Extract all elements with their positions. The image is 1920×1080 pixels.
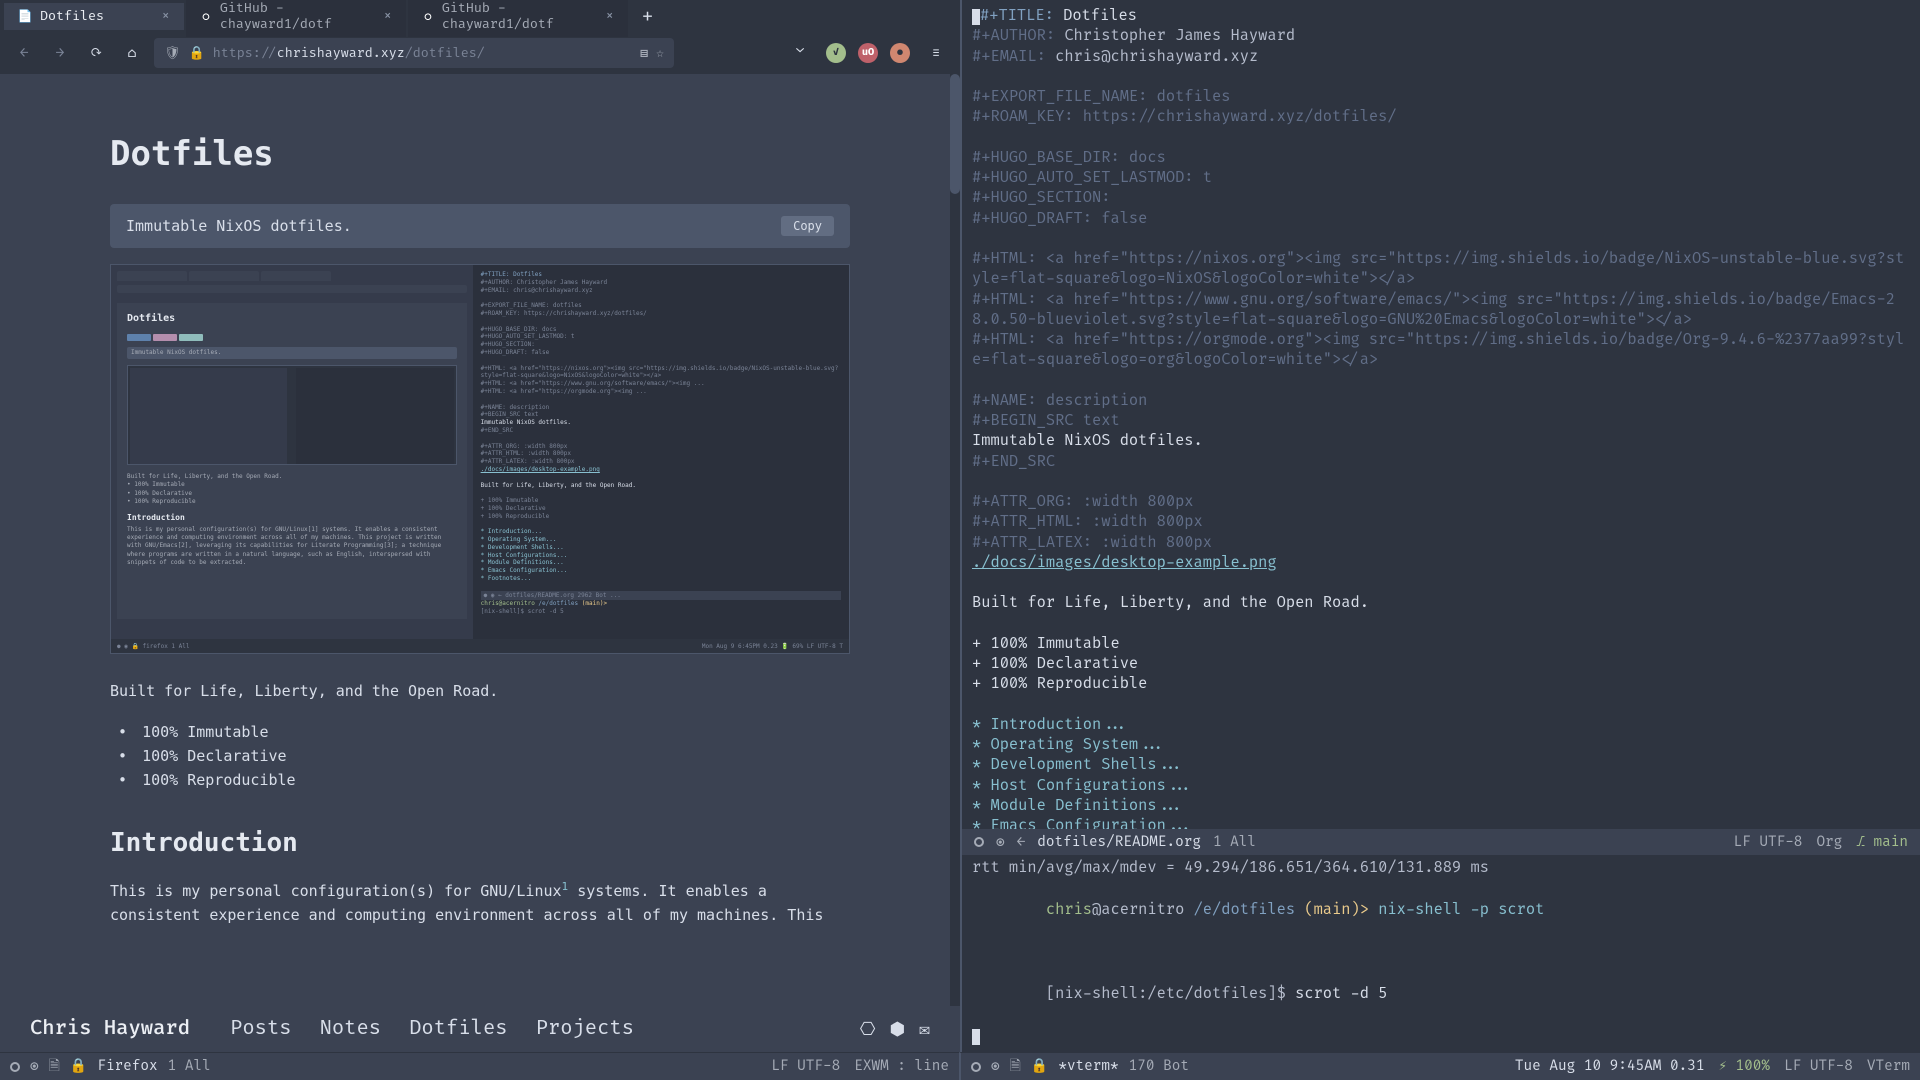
tab-label: GitHub - chayward1/dotf xyxy=(220,0,376,32)
browser-tabs: 📄 Dotfiles × ◯ GitHub - chayward1/dotf ×… xyxy=(0,0,960,32)
page-title: Dotfiles xyxy=(110,134,850,174)
screenshot-image: Dotfiles Immutable NixOS dotfiles. xyxy=(110,264,850,654)
feature-list: 100% Immutable 100% Declarative 100% Rep… xyxy=(110,720,850,792)
site-brand[interactable]: Chris Hayward xyxy=(30,1017,190,1041)
buffer-name: dotfiles/README.org xyxy=(1037,834,1201,851)
lock-icon: 🔒 xyxy=(189,45,205,61)
state-icon: ◉ xyxy=(30,1058,39,1075)
bookmark-icon[interactable]: ☆ xyxy=(656,45,664,61)
reload-button[interactable]: ⟳ xyxy=(82,39,110,67)
terminal[interactable]: rtt min/avg/max/mdev = 49.294/186.651/36… xyxy=(962,855,1920,1052)
gitlab-icon[interactable]: ⬢ xyxy=(889,1018,905,1041)
battery-icon: ⚡ 100% xyxy=(1718,1058,1770,1075)
back-button[interactable]: ← xyxy=(10,39,38,67)
close-icon[interactable]: × xyxy=(605,8,614,25)
email-icon[interactable]: ✉ xyxy=(919,1018,930,1041)
new-tab-button[interactable]: + xyxy=(630,1,665,32)
position: 1 All xyxy=(168,1058,211,1075)
scrollbar[interactable] xyxy=(950,74,960,1006)
copy-button[interactable]: Copy xyxy=(781,216,834,236)
datetime: Tue Aug 10 9:45AM 0.31 xyxy=(1515,1058,1705,1075)
state-icon: ◉ xyxy=(996,834,1005,851)
list-item: 100% Immutable xyxy=(118,720,850,744)
shield-icon: 🛡 xyxy=(164,45,181,61)
back-icon: ← xyxy=(1017,834,1026,851)
modeline-left: ◉ 🗎 🔒 Firefox 1 All LF UTF-8 EXWM : line xyxy=(0,1052,959,1080)
home-button[interactable]: ⌂ xyxy=(118,39,146,67)
url-path: /dotfiles/ xyxy=(405,45,485,61)
browser-tab-2[interactable]: ◯ GitHub - chayward1/dotf × xyxy=(186,0,406,37)
nav-projects[interactable]: Projects xyxy=(536,1017,634,1041)
menu-icon[interactable]: ≡ xyxy=(922,39,950,67)
url-protocol: https:// xyxy=(213,45,277,61)
position: 170 Bot xyxy=(1129,1058,1189,1075)
url-domain: chrishayward.xyz xyxy=(277,45,405,61)
site-nav: Chris Hayward Posts Notes Dotfiles Proje… xyxy=(0,1006,960,1052)
pocket-icon[interactable]: ⌄ xyxy=(786,39,814,67)
favicon-icon: 📄 xyxy=(18,9,32,23)
section-heading: Introduction xyxy=(110,828,850,858)
state-icon: ◉ xyxy=(991,1058,1000,1075)
close-icon[interactable]: × xyxy=(161,8,170,25)
nav-notes[interactable]: Notes xyxy=(320,1017,382,1041)
nav-posts[interactable]: Posts xyxy=(230,1017,292,1041)
buffer-name: Firefox xyxy=(97,1058,157,1075)
branch-icon: ⎇ main xyxy=(1856,834,1908,851)
url-bar[interactable]: 🛡 🔒 https://chrishayward.xyz/dotfiles/ ▤… xyxy=(154,38,674,68)
file-icon: 🗎 xyxy=(1010,1055,1021,1079)
code-text: Immutable NixOS dotfiles. xyxy=(126,217,352,235)
status-dot-icon xyxy=(974,837,984,847)
github-icon[interactable]: ⎔ xyxy=(860,1018,876,1041)
status-dot-icon xyxy=(971,1062,981,1072)
browser-content: Dotfiles Immutable NixOS dotfiles. Copy xyxy=(0,74,960,1006)
extension-orange-icon[interactable]: ● xyxy=(890,43,910,63)
close-icon[interactable]: × xyxy=(383,8,392,25)
position: 1 All xyxy=(1213,834,1256,851)
editor[interactable]: #+TITLE: Dotfiles #+AUTHOR: Christopher … xyxy=(962,0,1920,829)
status-dot-icon xyxy=(10,1062,20,1072)
code-block: Immutable NixOS dotfiles. Copy xyxy=(110,204,850,248)
extension-green-icon[interactable]: ✓ xyxy=(826,43,846,63)
modeline-right: ◉ 🗎 🔒 *vterm* 170 Bot Tue Aug 10 9:45AM … xyxy=(959,1052,1920,1080)
browser-toolbar: ← → ⟳ ⌂ 🛡 🔒 https://chrishayward.xyz/dot… xyxy=(0,32,960,74)
github-icon: ◯ xyxy=(200,9,212,23)
forward-button[interactable]: → xyxy=(46,39,74,67)
tagline: Built for Life, Liberty, and the Open Ro… xyxy=(110,682,850,700)
browser-tab-1[interactable]: 📄 Dotfiles × xyxy=(4,3,184,30)
lock-icon: 🔒 xyxy=(1031,1058,1048,1075)
editor-modeline: ◉ ← dotfiles/README.org 1 All LF UTF-8 O… xyxy=(962,829,1920,855)
file-icon: 🗎 xyxy=(49,1055,60,1079)
nav-dotfiles[interactable]: Dotfiles xyxy=(409,1017,507,1041)
tab-label: Dotfiles xyxy=(40,8,104,24)
list-item: 100% Declarative xyxy=(118,744,850,768)
ublock-icon[interactable]: uO xyxy=(858,43,878,63)
lock-icon: 🔒 xyxy=(70,1058,87,1075)
buffer-name: *vterm* xyxy=(1058,1058,1118,1075)
browser-tab-3[interactable]: ◯ GitHub - chayward1/dotf × xyxy=(408,0,628,37)
list-item: 100% Reproducible xyxy=(118,768,850,792)
reader-icon[interactable]: ▤ xyxy=(640,45,648,61)
github-icon: ◯ xyxy=(422,9,434,23)
body-text: This is my personal configuration(s) for… xyxy=(110,878,850,927)
tab-label: GitHub - chayward1/dotf xyxy=(442,0,598,32)
